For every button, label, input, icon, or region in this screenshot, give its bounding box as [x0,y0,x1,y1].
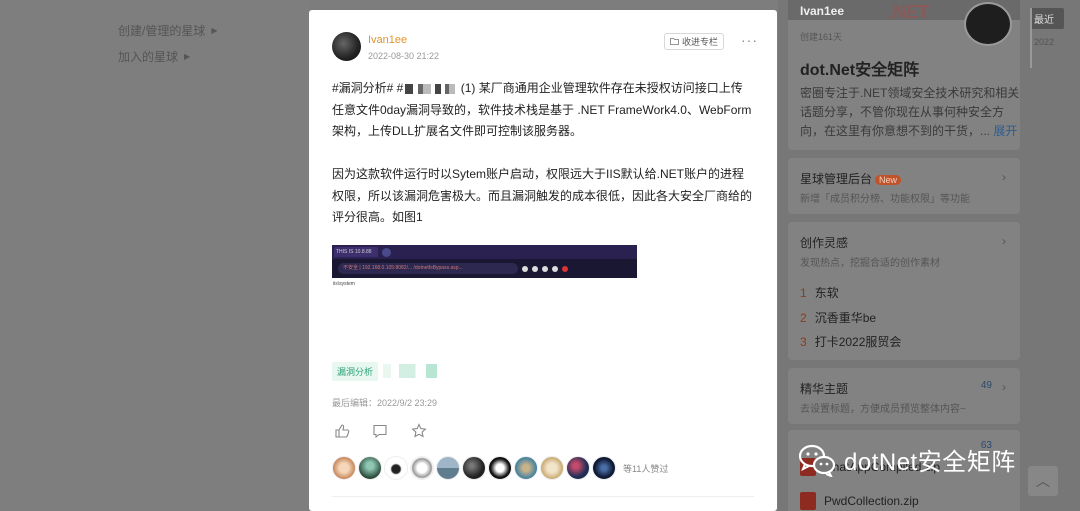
post-date: 2022-08-30 21:22 [368,51,440,61]
collect-to-column-button[interactable]: 收进专栏 [664,33,725,50]
avatar[interactable] [436,456,460,480]
group-avatar [964,2,1012,46]
extension-icon [522,265,528,272]
pdf-file-icon [800,492,816,510]
inspiration-item[interactable]: 1 东软 [800,284,839,301]
inspiration-sub: 发现热点，挖掘合适的创作素材 [800,258,940,269]
avatar[interactable] [358,456,382,480]
banner-net: .NET [888,2,930,22]
admin-card[interactable]: 星球管理后台 New 新增「成员积分榜、功能权限」等功能 › [788,158,1020,214]
chevron-right-icon: › [1002,170,1006,184]
avatar[interactable] [332,456,356,480]
pixelated-redaction [435,83,456,94]
timeline-line [1030,8,1032,68]
featured-title: 精华主题 [800,382,849,396]
post-detail-modal: Ivan1ee 2022-08-30 21:22 收进专栏 ··· #漏洞分析#… [309,10,777,511]
likers-count[interactable]: 等11人赞过 [623,462,668,475]
background-left: 创建/管理的星球 ▶ 加入的星球 ▶ [0,0,309,511]
image-url: 不安全 | 192.168.0.105:8082/... /dotnetfsBy… [338,263,518,274]
likers-row: 等11人赞过 [332,456,668,480]
background-right-sidebar: Ivan1ee .NET 创建161天 dot.Net安全矩阵 密圈专注于.NE… [778,0,1080,511]
inspiration-item[interactable]: 3 打卡2022服贸会 [800,333,901,350]
comment-icon[interactable] [372,423,388,439]
inspiration-item[interactable]: 2 沉香重华be [800,309,876,326]
chevron-right-icon: › [1002,380,1006,394]
more-options-button[interactable]: ··· [741,32,758,48]
divider [332,496,754,497]
admin-title: 星球管理后台 New [800,170,902,187]
extension-icon [542,265,548,272]
post-image[interactable]: THIS IS 10.8.88 不安全 | 192.168.0.105:8082… [332,245,637,278]
last-edited: 最后编辑：2022/9/2 23:29 [332,398,438,408]
admin-sub: 新增「成员积分榜、功能权限」等功能 [800,194,970,205]
avatar[interactable] [488,456,512,480]
hashtag[interactable]: #漏洞分析# # [332,81,403,95]
extension-icon [552,265,558,272]
post-content: #漏洞分析# # (1) 某厂商通用企业管理软件存在未授权访问接口上传任意文件0… [332,78,752,229]
triangle-right-icon: ▶ [184,52,191,61]
inspiration-title: 创作灵感 [800,236,849,250]
image-browser-tabs: THIS IS 10.8.88 [332,245,637,259]
nav-created-groups[interactable]: 创建/管理的星球 ▶ [118,22,218,39]
star-icon[interactable] [411,423,427,439]
like-icon[interactable] [334,423,350,439]
group-description: 密圈专注于.NET领域安全技术研究和相关话题分享，不管你现在从事何种安全方向，在… [800,86,1020,138]
pixelated-redaction [405,83,432,94]
timeline: 最近 2022 [1030,8,1064,68]
image-tab: THIS IS 10.8.88 [334,247,378,257]
avatar[interactable] [566,456,590,480]
extension-icon [562,265,568,272]
group-info-card: Ivan1ee .NET 创建161天 dot.Net安全矩阵 密圈专注于.NE… [788,0,1020,150]
topic-tag[interactable]: 漏洞分析 [332,362,379,381]
chevron-up-icon: ︿ [1036,473,1050,489]
triangle-right-icon: ▶ [211,26,218,35]
featured-card[interactable]: 精华主题 49 › 去设置标题，方便成员预览整体内容~ [788,368,1020,424]
file-item[interactable]: PwdCollection.zip [800,492,919,510]
pixelated-redaction [383,364,437,378]
author-avatar[interactable] [332,32,361,61]
new-badge: New [875,175,902,185]
back-to-top-button[interactable]: ︿ [1028,466,1058,496]
extension-icon [532,265,538,272]
timeline-year[interactable]: 2022 [1030,29,1064,55]
chevron-right-icon[interactable]: › [1002,234,1006,248]
timeline-latest[interactable]: 最近 [1030,8,1064,29]
avatar[interactable] [540,456,564,480]
avatar[interactable] [592,456,616,480]
avatar[interactable] [410,456,434,480]
watermark-text: dotNet安全矩阵 [844,449,1016,476]
image-body-text: iis\system [333,281,355,287]
featured-count: 49 [980,380,992,391]
avatar[interactable] [384,456,408,480]
banner-title: Ivan1ee [800,4,845,18]
post-paragraph: #漏洞分析# # (1) 某厂商通用企业管理软件存在未授权访问接口上传任意文件0… [332,81,752,138]
wechat-icon [798,443,836,478]
group-name: dot.Net安全矩阵 [800,62,920,79]
folder-icon [670,37,679,47]
post-paragraph: 因为这款软件运行时以Sytem账户启动，权限远大于IIS默认给.NET账户的进程… [332,167,753,224]
group-created: 创建161天 [800,32,843,42]
post-image-body: iis\system [332,278,637,358]
avatar[interactable] [514,456,538,480]
author-name[interactable]: Ivan1ee [368,34,407,46]
featured-sub: 去设置标题，方便成员预览整体内容~ [800,404,966,415]
image-urlbar: 不安全 | 192.168.0.105:8082/... /dotnetfsBy… [332,259,637,278]
avatar[interactable] [462,456,486,480]
wechat-watermark: dotNet安全矩阵 [798,442,1016,478]
inspiration-card: 创作灵感 发现热点，挖掘合适的创作素材 › 1 东软 2 沉香重华be 3 打卡202… [788,222,1020,360]
image-plus-icon [382,247,391,257]
nav-joined-groups[interactable]: 加入的星球 ▶ [118,48,190,65]
expand-link[interactable]: 展开 [993,124,1017,138]
